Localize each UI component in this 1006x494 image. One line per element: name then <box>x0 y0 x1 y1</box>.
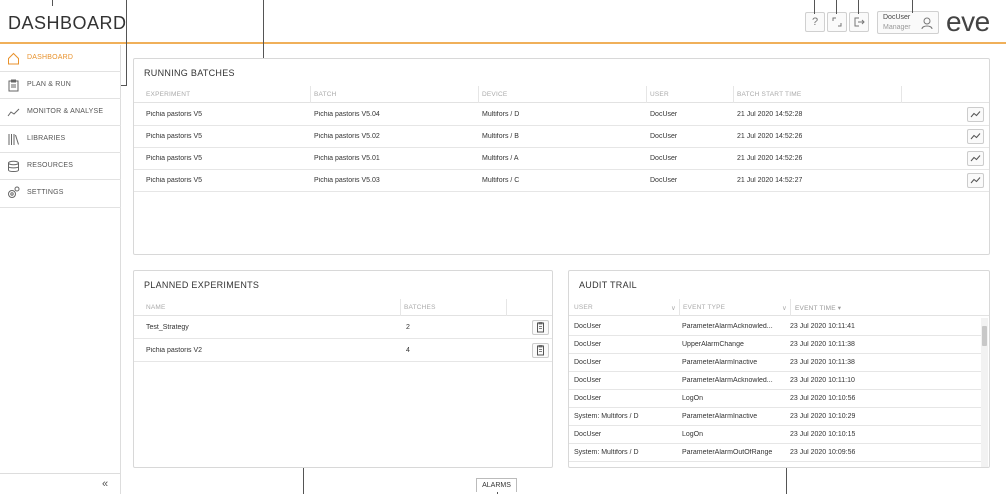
table-row[interactable]: Pichia pastoris V5 Pichia pastoris V5.01… <box>134 148 989 170</box>
table-row[interactable]: Pichia pastoris V5 Pichia pastoris V5.02… <box>134 126 989 148</box>
sidebar-item-plan-run[interactable]: PLAN & RUN <box>0 72 121 99</box>
filter-icon[interactable]: ∨ <box>782 304 787 312</box>
callout-line <box>912 0 913 13</box>
trend-button[interactable] <box>967 129 984 144</box>
fullscreen-button[interactable] <box>827 12 847 32</box>
table-row[interactable]: Test_Strategy 2 <box>134 317 552 339</box>
table-header: USER ∨ EVENT TYPE ∨ EVENT TIME ▾ <box>569 299 989 316</box>
column-header[interactable]: BATCH <box>314 91 337 98</box>
table-row[interactable]: DocUser ParameterAlarmInactive 23 Jul 20… <box>569 354 981 372</box>
trend-icon <box>970 133 981 140</box>
logout-icon <box>854 17 865 27</box>
home-icon <box>8 52 19 65</box>
sidebar-item-dashboard[interactable]: DASHBOARD <box>0 45 121 72</box>
books-icon <box>8 134 19 145</box>
scrollbar-thumb[interactable] <box>982 326 987 346</box>
planned-experiments-panel: PLANNED EXPERIMENTS NAME BATCHES Test_St… <box>133 270 553 468</box>
sidebar-collapse-button[interactable]: « <box>0 473 121 494</box>
callout-line <box>126 0 127 86</box>
user-menu[interactable]: DocUser Manager <box>877 11 939 34</box>
logout-button[interactable] <box>849 12 869 32</box>
clipboard-icon <box>537 322 544 333</box>
column-header[interactable]: EXPERIMENT <box>146 91 190 98</box>
trend-icon <box>970 177 981 184</box>
column-header-sorted[interactable]: EVENT TIME ▾ <box>795 304 841 312</box>
table-row[interactable]: Pichia pastoris V5 Pichia pastoris V5.03… <box>134 170 989 192</box>
fullscreen-icon <box>832 17 842 27</box>
help-button[interactable]: ? <box>805 12 825 32</box>
column-header[interactable]: BATCHES <box>404 304 436 311</box>
panel-title: AUDIT TRAIL <box>579 280 637 290</box>
table-row[interactable]: DocUser ParameterAlarmAcknowled... 23 Ju… <box>569 318 981 336</box>
sidebar-item-resources[interactable]: RESOURCES <box>0 153 121 180</box>
table-row[interactable]: DocUser LogOn 23 Jul 2020 10:10:15 <box>569 426 981 444</box>
table-row[interactable]: System: Multifors / D ParameterAlarmOutO… <box>569 444 981 462</box>
table-row[interactable]: DocUser ParameterAlarmAcknowled... 23 Ju… <box>569 372 981 390</box>
alarms-tab[interactable]: ALARMS <box>476 478 517 492</box>
audit-scrollbar[interactable] <box>981 318 988 467</box>
sidebar-item-label: DASHBOARD <box>27 54 74 61</box>
table-row[interactable]: Pichia pastoris V2 4 <box>134 340 552 362</box>
page-title: DASHBOARD <box>8 13 127 33</box>
column-header[interactable]: EVENT TYPE <box>683 304 725 311</box>
clipboard-icon <box>8 79 19 92</box>
trend-button[interactable] <box>967 173 984 188</box>
callout-line <box>263 0 264 66</box>
trend-icon <box>970 111 981 118</box>
eve-logo: eve <box>946 6 990 37</box>
clipboard-icon <box>537 345 544 356</box>
callout-line <box>814 0 815 14</box>
table-row[interactable]: DocUser LogOn 23 Jul 2020 10:10:56 <box>569 390 981 408</box>
app-header: DASHBOARD ? DocUser Manager eve <box>0 0 1006 44</box>
database-icon <box>8 160 19 172</box>
sidebar: DASHBOARD PLAN & RUN MONITOR & ANALYSE L… <box>0 45 121 494</box>
sidebar-item-settings[interactable]: SETTINGS <box>0 180 121 208</box>
trend-icon <box>970 155 981 162</box>
table-header: EXPERIMENT BATCH DEVICE USER BATCH START… <box>134 86 989 103</box>
column-header[interactable]: NAME <box>146 304 166 311</box>
trend-button[interactable] <box>967 151 984 166</box>
sidebar-item-label: LIBRARIES <box>27 135 66 142</box>
table-row[interactable]: System: Multifors / D ParameterAlarmInac… <box>569 408 981 426</box>
column-header[interactable]: DEVICE <box>482 91 507 98</box>
sidebar-item-label: SETTINGS <box>27 189 64 196</box>
trend-icon <box>7 108 20 117</box>
filter-icon[interactable]: ∨ <box>671 304 676 312</box>
help-icon: ? <box>811 16 819 28</box>
plan-button[interactable] <box>532 320 549 335</box>
gear-icon <box>8 186 20 198</box>
user-icon <box>921 17 933 30</box>
sidebar-item-libraries[interactable]: LIBRARIES <box>0 126 121 153</box>
table-row[interactable]: Pichia pastoris V5 Pichia pastoris V5.04… <box>134 104 989 126</box>
table-header: NAME BATCHES <box>134 299 552 316</box>
table-row[interactable]: DocUser UpperAlarmChange 23 Jul 2020 10:… <box>569 336 981 354</box>
running-batches-panel: RUNNING BATCHES EXPERIMENT BATCH DEVICE … <box>133 58 990 255</box>
double-chevron-left-icon: « <box>102 478 109 490</box>
user-role: Manager <box>883 24 911 31</box>
sidebar-item-label: MONITOR & ANALYSE <box>27 108 104 115</box>
callout-line <box>858 0 859 14</box>
column-header[interactable]: USER <box>650 91 669 98</box>
panel-title: PLANNED EXPERIMENTS <box>144 280 260 290</box>
callout-line <box>52 0 53 6</box>
sidebar-item-label: RESOURCES <box>27 162 74 169</box>
user-name: DocUser <box>883 14 911 21</box>
plan-button[interactable] <box>532 343 549 358</box>
column-header[interactable]: BATCH START TIME <box>737 91 801 98</box>
callout-line <box>836 0 837 14</box>
sidebar-item-label: PLAN & RUN <box>27 81 72 88</box>
sidebar-item-monitor-analyse[interactable]: MONITOR & ANALYSE <box>0 99 121 126</box>
audit-trail-panel: AUDIT TRAIL USER ∨ EVENT TYPE ∨ EVENT TI… <box>568 270 990 468</box>
trend-button[interactable] <box>967 107 984 122</box>
column-header[interactable]: USER <box>574 304 593 311</box>
panel-title: RUNNING BATCHES <box>144 68 235 78</box>
